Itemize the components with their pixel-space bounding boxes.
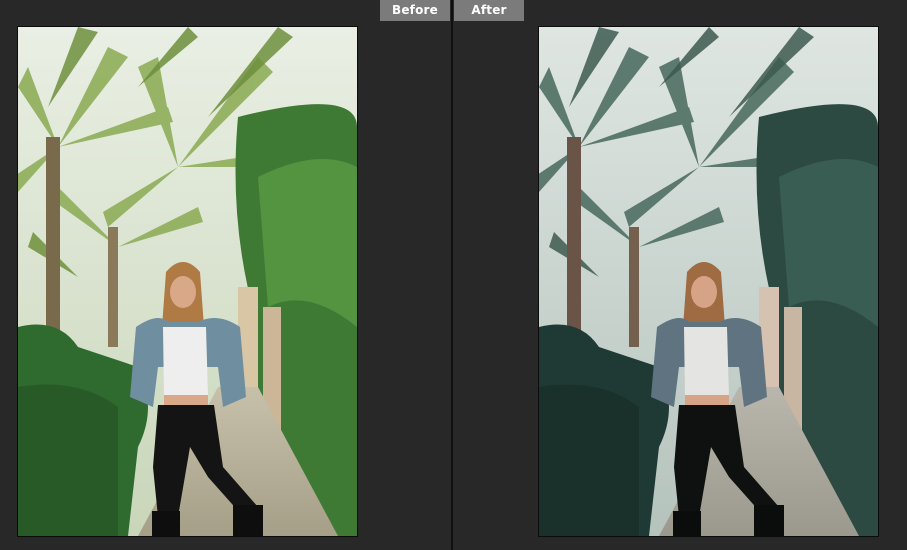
split-divider[interactable] xyxy=(451,0,453,550)
after-photo xyxy=(538,26,879,537)
before-tab[interactable]: Before xyxy=(380,0,450,21)
comparison-viewer: Before After xyxy=(0,0,907,550)
before-photo-image xyxy=(18,27,357,536)
after-photo-image xyxy=(539,27,878,536)
before-photo xyxy=(17,26,358,537)
after-tab[interactable]: After xyxy=(454,0,524,21)
